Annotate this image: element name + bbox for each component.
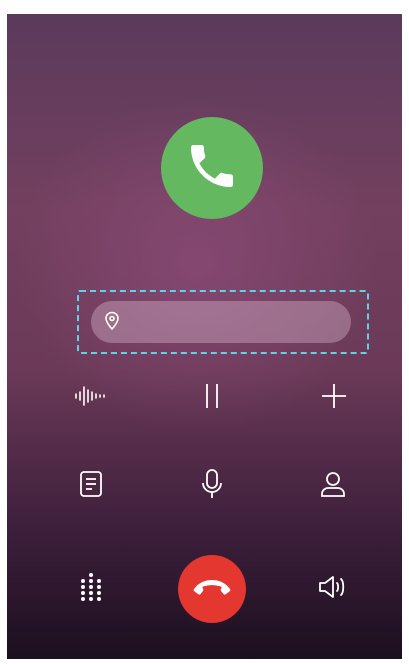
contacts-button[interactable] <box>309 462 357 510</box>
contact-icon <box>319 470 347 503</box>
end-call-icon <box>192 577 232 602</box>
pause-icon <box>202 382 222 415</box>
add-icon <box>320 382 348 415</box>
voice-effect-button[interactable] <box>66 374 114 422</box>
speaker-button[interactable] <box>309 565 357 613</box>
add-call-button[interactable] <box>310 374 358 422</box>
dialpad-button[interactable] <box>67 565 115 613</box>
end-call-button[interactable] <box>178 555 246 623</box>
notes-button[interactable] <box>67 462 115 510</box>
notes-icon <box>79 470 103 503</box>
mute-button[interactable] <box>188 462 236 510</box>
microphone-icon <box>200 468 224 505</box>
dialpad-icon <box>79 572 103 607</box>
location-pin-icon <box>103 311 121 334</box>
voice-wave-icon <box>74 385 106 412</box>
hold-button[interactable] <box>188 374 236 422</box>
call-status-badge <box>161 117 263 219</box>
phone-icon <box>184 138 240 199</box>
call-screen <box>7 14 402 659</box>
location-field[interactable] <box>91 301 351 343</box>
speaker-icon <box>317 574 349 605</box>
